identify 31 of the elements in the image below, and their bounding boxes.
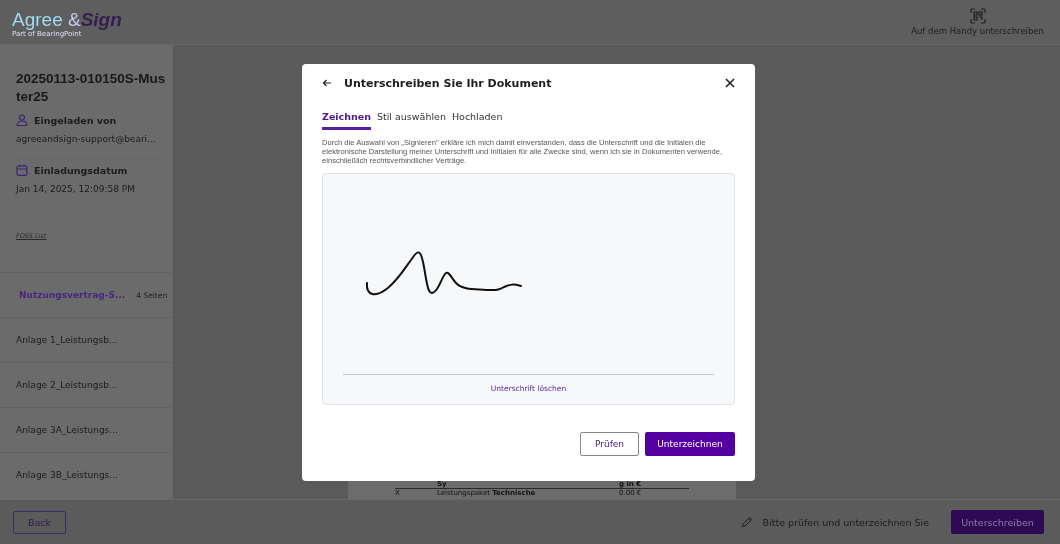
document-list-item[interactable]: Anlage 3B_Leistungs... <box>0 452 172 497</box>
submit-button[interactable]: Unterzeichnen <box>645 432 735 456</box>
field-label: Eingeladen von <box>34 114 117 126</box>
dialog-title: Unterschreiben Sie Ihr Dokument <box>344 76 553 90</box>
back-arrow-icon[interactable] <box>322 78 332 88</box>
document-name: Anlage 2_Leistungsb... <box>16 380 118 390</box>
logo-ampersand: & <box>68 9 81 30</box>
review-button[interactable]: Prüfen <box>580 432 639 456</box>
tab[interactable]: Zeichnen <box>322 107 371 130</box>
pencil-icon <box>740 516 753 528</box>
person-icon <box>16 114 28 126</box>
document-list-item[interactable]: Anlage 1_Leistungsb... <box>0 317 172 362</box>
tab[interactable]: Stil auswählen <box>376 107 446 130</box>
invitation-date: Jan 14, 2025, 12:09:58 PM <box>16 184 136 194</box>
document-name: Anlage 3A_Leistungs... <box>16 425 118 435</box>
inviter-email: agreeandsign-support@beari... <box>16 134 157 144</box>
logo-word: Agree <box>12 9 63 30</box>
tab[interactable]: Hochladen <box>451 107 503 130</box>
document-name: Anlage 3B_Leistungs... <box>16 470 118 480</box>
document-list-item[interactable]: Anlage 2_Leistungsb... <box>0 362 172 407</box>
document-list-item[interactable]: Anlage 3A_Leistungs... <box>0 407 172 452</box>
document-name: Anlage 1_Leistungsb... <box>16 335 118 345</box>
document-title: 20250113-010150S-Muster25 <box>16 70 166 106</box>
document-name: Nutzungsvertrag-S... <box>19 290 126 300</box>
logo-word: Sign <box>80 9 122 30</box>
close-icon[interactable] <box>725 78 735 88</box>
field-label: Einladungsdatum <box>34 164 128 176</box>
calendar-icon <box>16 164 28 176</box>
sign-button[interactable]: Unterschreiben <box>951 510 1044 534</box>
mobile-sign-link[interactable]: Auf dem Handy unterschreiben <box>911 26 1044 36</box>
back-button[interactable]: Back <box>13 510 66 534</box>
